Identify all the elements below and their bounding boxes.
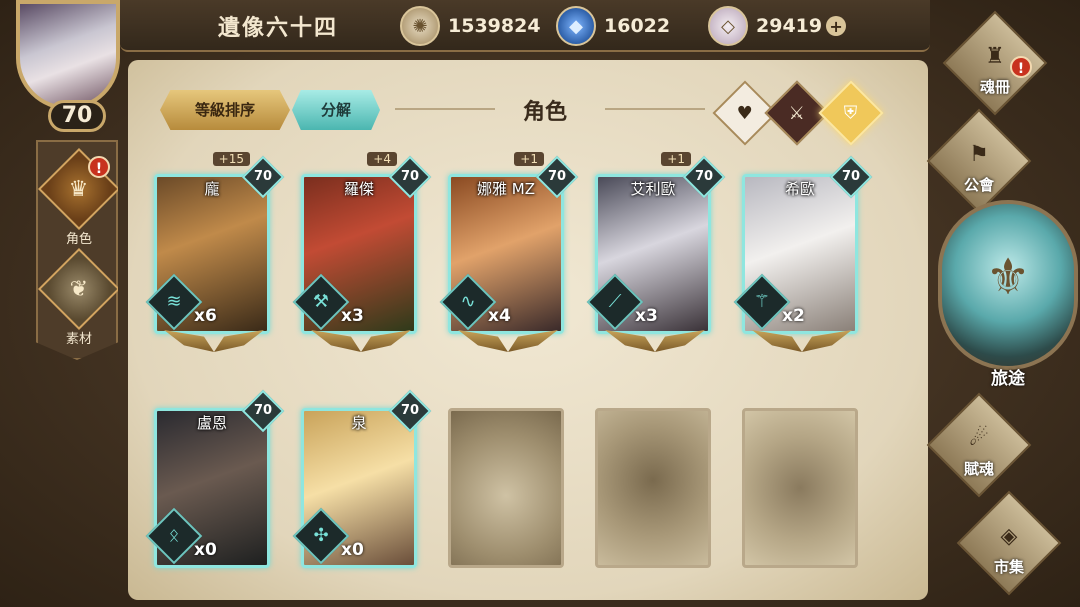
market-icon: ◈ [1000, 524, 1018, 549]
nav-label-soul-infuse: 賦魂 [963, 460, 994, 478]
character-card[interactable]: 希歐 70 ⚚ x2 [733, 155, 873, 352]
gem-value: 29419 [756, 15, 823, 37]
character-enhance: +1 [661, 152, 691, 166]
gem-icon: ◇ [708, 6, 748, 46]
locked-character-card[interactable] [738, 392, 866, 582]
journey-button[interactable]: ⚜ 旅途 [938, 200, 1078, 400]
character-count: x0 [194, 540, 217, 560]
gold-value: 1539824 [448, 15, 541, 37]
currency-gold: ✺ 1539824 [400, 6, 541, 46]
sort-by-level-button[interactable]: 等級排序 [160, 90, 290, 130]
material-icon: ❦ [37, 247, 118, 331]
character-card[interactable]: 泉 70 ✣ x0 [292, 389, 432, 582]
nav-item-material[interactable]: ❦ 素材 [37, 247, 118, 347]
character-enhance: +4 [367, 152, 397, 166]
character-alert-badge: ! [88, 156, 110, 178]
nav-label-material: 素材 [65, 332, 92, 347]
character-enhance: +1 [514, 152, 544, 166]
character-count: x4 [488, 306, 511, 326]
journey-emblem-icon: ⚜ [985, 248, 1031, 306]
gold-coin-icon: ✺ [400, 6, 440, 46]
sword-icon: ⚔ [788, 102, 806, 124]
nav-label-soulbook: 魂冊 [979, 78, 1010, 96]
shield-icon: ⛨ [844, 102, 858, 124]
nav-label-guild: 公會 [963, 176, 994, 194]
character-card[interactable]: 龐 70 +15 ≋ x6 [145, 152, 285, 352]
character-count: x3 [341, 306, 364, 326]
crystal-value: 16022 [604, 15, 671, 37]
guild-icon: ⚑ [969, 142, 989, 167]
character-count: x6 [194, 306, 217, 326]
character-card[interactable]: 艾利歐 70 +1 ⟋ x3 [586, 152, 726, 352]
avatar[interactable] [16, 0, 120, 110]
locked-portrait-man [742, 408, 858, 568]
character-card[interactable]: 盧恩 70 ᛟ x0 [145, 389, 285, 582]
player-name: 遺像六十四 [218, 16, 339, 41]
title-ornament-right [605, 108, 705, 110]
character-count: x3 [635, 306, 658, 326]
player-level: 70 [48, 100, 106, 132]
nav-label-market: 市集 [993, 558, 1024, 576]
character-enhance: +15 [212, 152, 250, 166]
locked-portrait-beast [448, 408, 564, 568]
blue-crystal-icon: ◆ [556, 6, 596, 46]
locked-character-card[interactable] [444, 392, 572, 582]
nav-soul-infuse[interactable]: ☄ 賦魂 [926, 392, 1032, 498]
locked-portrait-armor [595, 408, 711, 568]
page-title: 角色 [522, 100, 567, 125]
add-gem-button[interactable]: + [826, 16, 847, 36]
character-count: x0 [341, 540, 364, 560]
character-card[interactable]: 羅傑 70 +4 ⚒ x3 [292, 152, 432, 352]
currency-gem: ◇ 29419 + [708, 6, 847, 46]
currency-crystal: ◆ 16022 [556, 6, 670, 46]
journey-label: 旅途 [991, 369, 1025, 389]
heart-icon: ♥ [736, 102, 754, 124]
soulbook-alert-badge: ! [1010, 56, 1032, 78]
decompose-button[interactable]: 分解 [292, 90, 380, 130]
nav-label-character: 角色 [65, 232, 92, 247]
character-count: x2 [782, 306, 805, 326]
nav-market[interactable]: ◈ 市集 [956, 490, 1062, 596]
character-card[interactable]: 娜雅 MZ 70 +1 ∿ x4 [439, 152, 579, 352]
locked-character-card[interactable] [591, 392, 719, 582]
title-ornament-left [395, 108, 495, 110]
soul-infuse-icon: ☄ [969, 426, 989, 451]
